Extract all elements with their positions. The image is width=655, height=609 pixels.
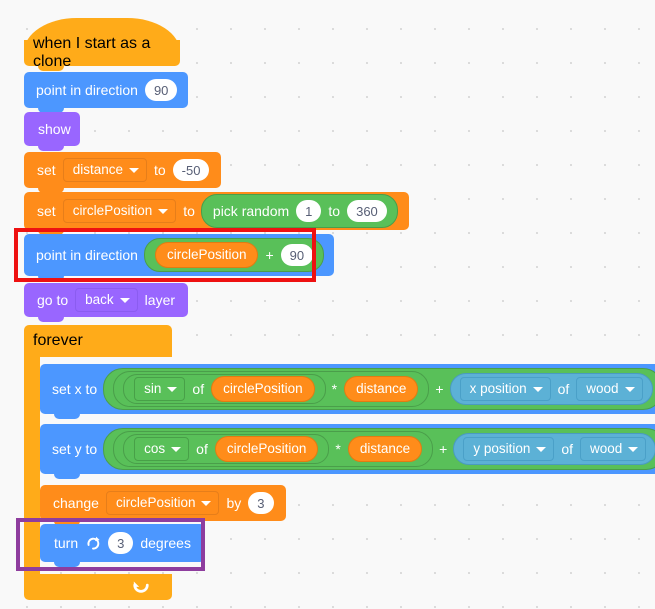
chevron-down-icon <box>624 386 635 392</box>
trig-function-label: sin <box>144 381 162 397</box>
of-label: of <box>557 381 570 397</box>
block-change-circleposition[interactable]: change circlePosition by 3 <box>40 485 286 526</box>
block-set-distance[interactable]: set distance to -50 <box>24 152 222 193</box>
block-set-x-to[interactable]: set x to sin of circlePosition * distanc… <box>40 364 655 419</box>
turn-degrees-input[interactable]: 3 <box>108 532 134 554</box>
variable-reporter-distance[interactable]: distance <box>347 436 423 462</box>
pick-random-to-input[interactable]: 360 <box>347 200 387 222</box>
chevron-down-icon <box>171 446 182 452</box>
to-label: to <box>153 162 166 178</box>
set-label: set <box>37 162 56 178</box>
sensing-property-label: x position <box>469 381 527 397</box>
trig-function-dropdown-cos[interactable]: cos <box>134 437 190 461</box>
plus-symbol: + <box>439 441 448 457</box>
turn-clockwise-icon <box>87 536 100 550</box>
block-multiply-x[interactable]: sin of circlePosition * distance <box>113 371 430 407</box>
chevron-down-icon <box>128 167 139 173</box>
forever-label: forever <box>33 332 83 349</box>
variable-reporter-distance[interactable]: distance <box>344 376 419 402</box>
of-label: of <box>196 441 208 457</box>
chevron-down-icon <box>201 500 212 506</box>
variable-dropdown-circleposition-label: circlePosition <box>72 203 153 219</box>
block-trig-sin[interactable]: sin of circlePosition <box>123 374 326 404</box>
pick-random-from-input[interactable]: 1 <box>296 200 322 222</box>
pick-random-label: pick random <box>212 203 290 219</box>
variable-dropdown-circleposition-label: circlePosition <box>115 495 196 511</box>
to-label: to <box>183 203 195 219</box>
scratch-workspace[interactable]: when I start as a clone point in directi… <box>0 0 655 609</box>
block-multiply-y[interactable]: cos of circlePosition * distance <box>113 431 434 467</box>
multiply-symbol: * <box>335 441 341 457</box>
block-addition-x[interactable]: sin of circlePosition * distance + x pos… <box>103 368 655 410</box>
variable-reporter-circleposition[interactable]: circlePosition <box>214 436 319 462</box>
plus-symbol: + <box>265 247 274 263</box>
of-label: of <box>561 441 574 457</box>
loop-arrow-icon <box>133 581 149 593</box>
sensing-property-dropdown-x[interactable]: x position <box>459 377 551 401</box>
sensing-target-label: wood <box>590 441 623 457</box>
variable-reporter-circleposition[interactable]: circlePosition <box>211 376 315 402</box>
layer-label: layer <box>144 292 176 308</box>
plus-symbol: + <box>435 381 444 397</box>
block-addition-y[interactable]: cos of circlePosition * distance + y pos… <box>103 428 655 470</box>
trig-function-dropdown-sin[interactable]: sin <box>134 377 186 401</box>
block-sensing-of-x[interactable]: x position of wood <box>449 373 653 405</box>
trig-function-label: cos <box>144 441 166 457</box>
degrees-label: degrees <box>140 535 191 551</box>
chevron-down-icon <box>532 386 543 392</box>
forever-header: forever <box>24 325 172 357</box>
variable-dropdown-distance[interactable]: distance <box>62 158 147 182</box>
block-pick-random[interactable]: pick random 1 to 360 <box>200 194 398 228</box>
block-trig-cos[interactable]: cos of circlePosition <box>123 434 330 464</box>
set-y-to-label: set y to <box>52 441 98 457</box>
block-point-in-direction[interactable]: point in direction 90 <box>24 72 189 113</box>
chevron-down-icon <box>119 297 130 303</box>
block-addition-operator[interactable]: circlePosition + 90 <box>143 238 325 272</box>
variable-dropdown-circleposition[interactable]: circlePosition <box>62 199 177 223</box>
block-when-i-start-as-a-clone[interactable]: when I start as a clone <box>24 18 180 71</box>
variable-dropdown-circleposition[interactable]: circlePosition <box>105 491 220 515</box>
layer-dropdown-label: back <box>85 292 114 308</box>
pick-random-to-label: to <box>328 203 341 219</box>
block-set-y-to[interactable]: set y to cos of circlePosition * distanc… <box>40 424 655 479</box>
layer-dropdown[interactable]: back <box>75 288 138 312</box>
block-turn-degrees[interactable]: turn 3 degrees <box>40 524 205 567</box>
block-set-circleposition[interactable]: set circlePosition to pick random 1 to 3… <box>24 192 409 235</box>
sensing-target-label: wood <box>586 381 619 397</box>
sensing-target-dropdown-y[interactable]: wood <box>580 437 647 461</box>
change-amount-input[interactable]: 3 <box>248 492 274 514</box>
addition-right-input[interactable]: 90 <box>280 244 314 266</box>
set-label: set <box>37 203 56 219</box>
show-label: show <box>38 121 71 137</box>
forever-footer <box>24 574 172 600</box>
direction-input[interactable]: 90 <box>144 79 178 101</box>
block-point-in-direction-expression[interactable]: point in direction circlePosition + 90 <box>24 234 335 281</box>
hat-body: when I start as a clone <box>24 35 180 70</box>
set-x-to-label: set x to <box>52 381 98 397</box>
chevron-down-icon <box>628 446 639 452</box>
hat-bottom-bump <box>38 66 64 71</box>
block-show[interactable]: show <box>24 112 80 151</box>
point-in-direction-label: point in direction <box>36 247 138 263</box>
chevron-down-icon <box>158 208 169 214</box>
block-sensing-of-y[interactable]: y position of wood <box>453 433 655 465</box>
block-go-to-layer[interactable]: go to back layer <box>24 283 189 322</box>
variable-dropdown-distance-label: distance <box>72 162 123 178</box>
turn-label: turn <box>54 535 79 551</box>
chevron-down-icon <box>167 386 178 392</box>
sensing-property-label: y position <box>473 441 531 457</box>
by-label: by <box>226 495 242 511</box>
multiply-symbol: * <box>331 381 338 397</box>
change-label: change <box>53 495 99 511</box>
chevron-down-icon <box>536 446 547 452</box>
point-in-direction-label: point in direction <box>36 82 138 98</box>
sensing-property-dropdown-y[interactable]: y position <box>463 437 555 461</box>
go-to-label: go to <box>37 292 69 308</box>
forever-arm <box>24 357 40 574</box>
of-label: of <box>192 381 205 397</box>
sensing-target-dropdown-x[interactable]: wood <box>576 377 643 401</box>
distance-value-input[interactable]: -50 <box>172 159 210 181</box>
variable-reporter-circleposition[interactable]: circlePosition <box>154 242 259 268</box>
